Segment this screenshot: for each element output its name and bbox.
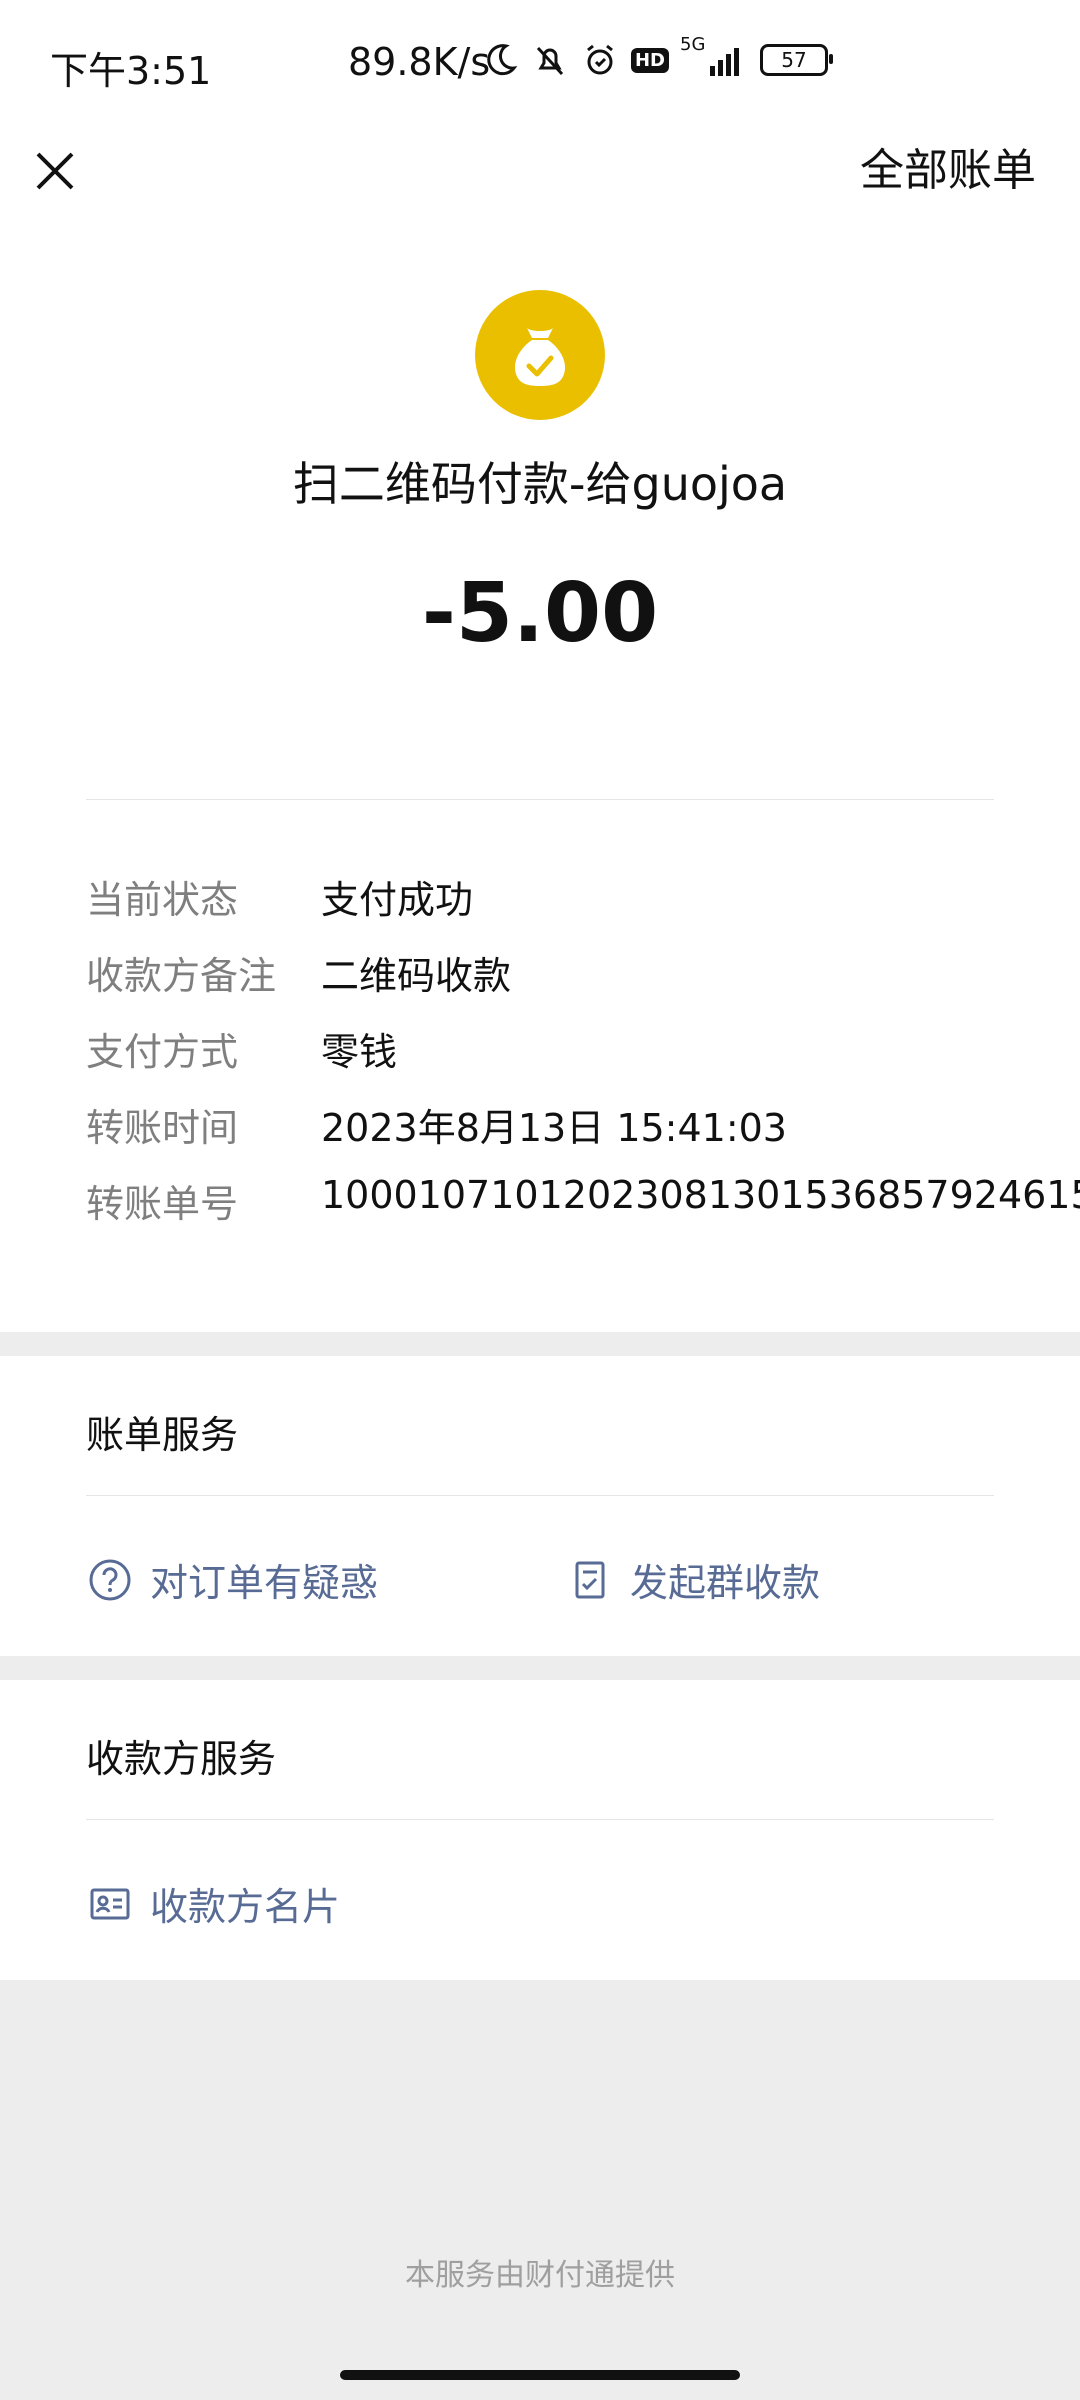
- bell-muted-icon: [530, 40, 570, 80]
- alarm-icon: [580, 40, 620, 80]
- detail-label: 支付方式: [86, 1030, 239, 1074]
- network-type: 5G: [680, 34, 706, 55]
- detail-value: 10001071012023081301536857924615: [321, 1173, 1080, 1217]
- section-title: 收款方服务: [86, 1737, 277, 1781]
- bill-service-section: 账单服务 对订单有疑惑 发起群收款: [0, 1356, 1080, 1656]
- question-icon: [86, 1556, 134, 1604]
- divider: [86, 1495, 994, 1496]
- footer-text: 本服务由财付通提供: [405, 2258, 675, 2293]
- moon-icon: [480, 40, 520, 80]
- battery-level: 57: [781, 48, 807, 72]
- payee-service-section: 收款方服务 收款方名片: [0, 1680, 1080, 1980]
- service-label: 收款方名片: [150, 1885, 341, 1929]
- transaction-title: 扫二维码付款-给guojoa: [292, 457, 788, 511]
- status-bar: 下午3:51 89.8K/s HD 5G 57: [0, 0, 1080, 124]
- home-indicator[interactable]: [340, 2370, 740, 2380]
- status-icons: HD 5G 57: [480, 34, 833, 80]
- detail-value: 2023年8月13日 15:41:03: [321, 1106, 787, 1150]
- receipt-icon: [566, 1556, 614, 1604]
- detail-label: 转账单号: [86, 1182, 239, 1226]
- detail-label: 转账时间: [86, 1106, 239, 1150]
- money-bag-icon: [475, 290, 605, 420]
- group-collect-button[interactable]: 发起群收款: [566, 1552, 820, 1607]
- battery-icon: 57: [760, 44, 833, 76]
- signal-icon: 5G: [680, 34, 750, 80]
- detail-label: 收款方备注: [86, 954, 277, 998]
- service-label: 对订单有疑惑: [150, 1561, 379, 1605]
- status-time: 下午3:51: [50, 49, 212, 93]
- payee-card-button[interactable]: 收款方名片: [86, 1876, 340, 1931]
- close-icon[interactable]: [30, 134, 80, 190]
- card-icon: [86, 1880, 134, 1928]
- detail-label: 当前状态: [86, 878, 239, 922]
- section-title: 账单服务: [86, 1413, 239, 1457]
- transaction-card: 扫二维码付款-给guojoa -5.00 当前状态 支付成功 收款方备注 二维码…: [0, 226, 1080, 1332]
- transaction-amount: -5.00: [421, 566, 659, 661]
- service-label: 发起群收款: [630, 1561, 821, 1605]
- network-speed: 89.8K/s: [348, 40, 491, 84]
- divider: [86, 799, 994, 800]
- order-question-button[interactable]: 对订单有疑惑: [86, 1552, 378, 1607]
- detail-value: 零钱: [321, 1030, 398, 1074]
- divider: [86, 1819, 994, 1820]
- hd-icon: HD: [630, 40, 670, 80]
- detail-value: 二维码收款: [321, 954, 512, 998]
- detail-value: 支付成功: [321, 878, 474, 922]
- all-bills-link[interactable]: 全部账单: [860, 134, 1036, 198]
- top-navigation: 全部账单: [0, 124, 1080, 227]
